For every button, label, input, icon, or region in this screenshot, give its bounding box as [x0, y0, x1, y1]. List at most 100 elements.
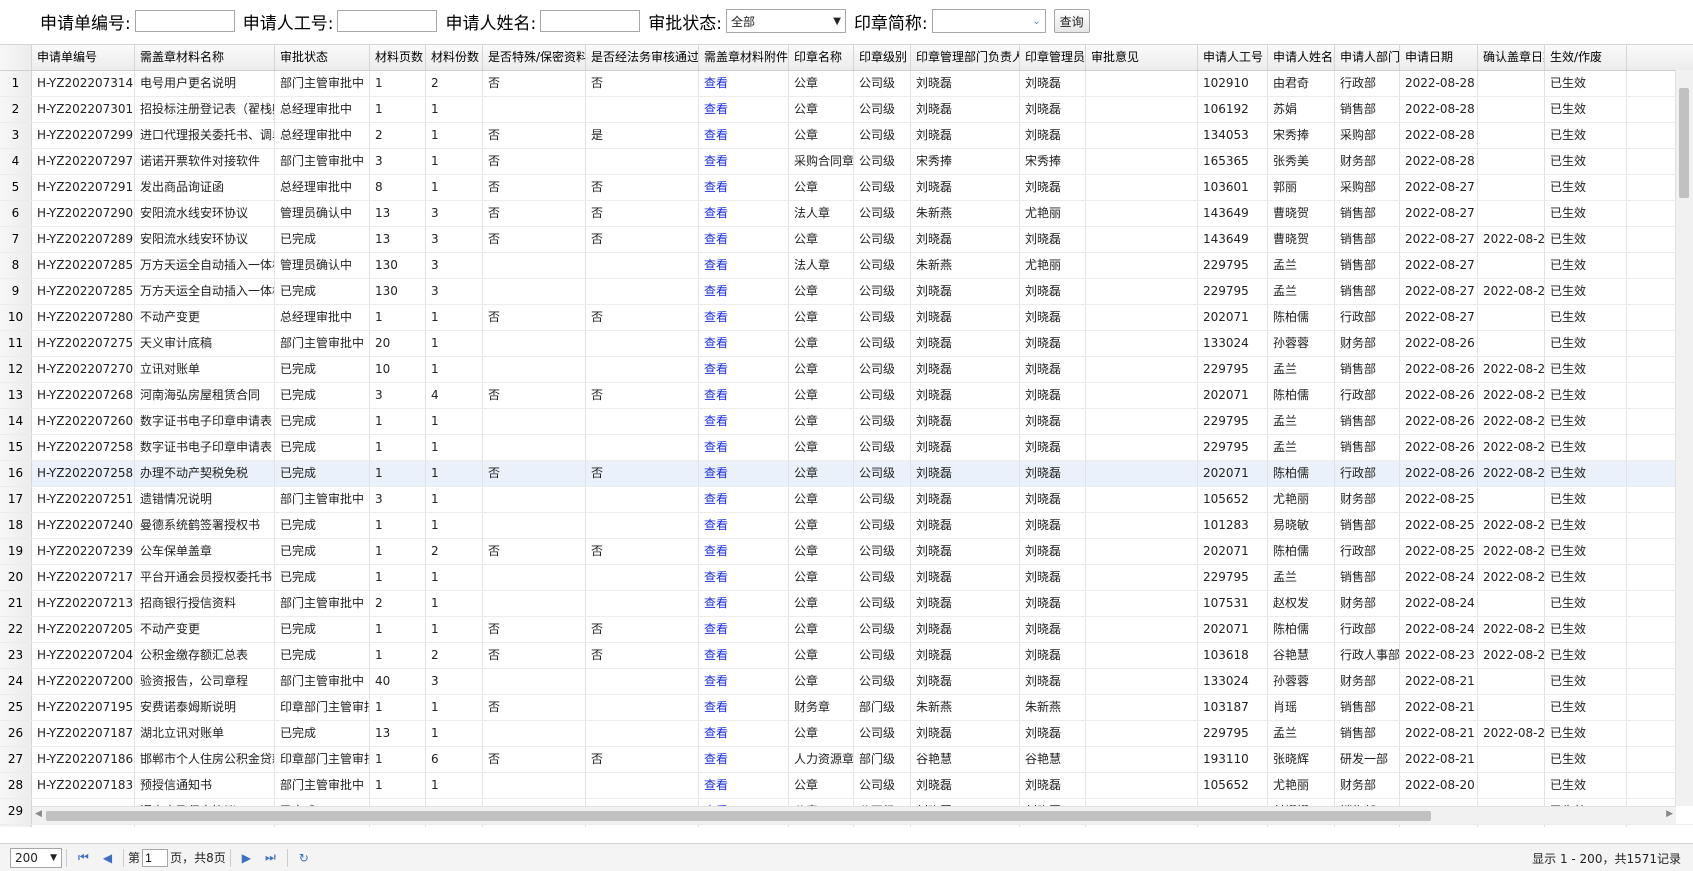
view-attachment-link[interactable]: 查看: [699, 357, 789, 382]
view-attachment-link[interactable]: 查看: [699, 305, 789, 330]
column-header[interactable]: 材料份数: [426, 45, 483, 70]
emp-name-input[interactable]: [540, 10, 641, 32]
column-header[interactable]: 申请单编号: [32, 45, 135, 70]
table-row[interactable]: 20 H-YZ2022072175 平台开通会员授权委托书 已完成 1 1 查看 公章 公司级刘…: [0, 565, 1693, 591]
column-header[interactable]: 申请人姓名: [1268, 45, 1335, 70]
table-row[interactable]: 5 H-YZ2022072917 发出商品询证函 总经理审批中 8 1 否否查看 公章 公司级刘…: [0, 175, 1693, 201]
column-header[interactable]: 是否经法务审核通过: [586, 45, 699, 70]
table-row[interactable]: 12 H-YZ2022072705 立讯对账单 已完成 10 1 查看 公章 公司级 刘晓磊 刘晓磊…: [0, 357, 1693, 383]
view-attachment-link[interactable]: 查看: [699, 513, 789, 538]
view-attachment-link[interactable]: 查看: [699, 617, 789, 642]
table-row[interactable]: 6 H-YZ2022072900 安阳流水线安环协议 管理员确认中 13 3 否否查看 法人章…: [0, 201, 1693, 227]
next-page-icon[interactable]: ▶: [242, 851, 251, 865]
vertical-scrollbar[interactable]: [1675, 70, 1693, 806]
column-header[interactable]: 是否特殊/保密资料: [483, 45, 586, 70]
column-header[interactable]: 申请人部门: [1335, 45, 1400, 70]
apply-no-input[interactable]: [134, 10, 235, 32]
table-row[interactable]: 19 H-YZ2022072397 公车保单盖章 已完成 1 2 否否查看 公章 公司级 刘晓磊刘…: [0, 539, 1693, 565]
table-row[interactable]: 10 H-YZ2022072800 不动产变更 总经理审批中 1 1 否否查看 公章 公司级 刘晓…: [0, 305, 1693, 331]
prev-page-icon[interactable]: ◀: [103, 851, 112, 865]
scroll-right-icon[interactable]: ▶: [1666, 809, 1673, 819]
table-row[interactable]: 16 H-YZ2022072580 办理不动产契税免税 已完成 1 1 否否查看 公章 公司级刘…: [0, 461, 1693, 487]
column-header[interactable]: 印章管理员: [1020, 45, 1086, 70]
query-button[interactable]: 查询: [1053, 9, 1090, 33]
refresh-icon[interactable]: ↻: [299, 851, 309, 865]
table-row[interactable]: 18 H-YZ2022072400 曼德系统鹤签署授权书 已完成 1 1 查看 公章 公司级 刘晓…: [0, 513, 1693, 539]
table-row[interactable]: 28 H-YZ2022071835 预授信通知书 部门主管审批中 1 1 查看 公章 公司级 刘晓…: [0, 773, 1693, 799]
view-attachment-link[interactable]: 查看: [699, 487, 789, 512]
column-header[interactable]: 申请人工号: [1198, 45, 1268, 70]
view-attachment-link[interactable]: 查看: [699, 331, 789, 356]
view-attachment-link[interactable]: 查看: [699, 279, 789, 304]
view-attachment-link[interactable]: 查看: [699, 435, 789, 460]
column-header[interactable]: 生效/作废: [1545, 45, 1627, 70]
view-attachment-link[interactable]: 查看: [699, 669, 789, 694]
table-row[interactable]: 13 H-YZ2022072689 河南海弘房屋租赁合同 已完成 3 4 否否查看 公章 公司级…: [0, 383, 1693, 409]
status-select[interactable]: 全部 ▼: [725, 9, 846, 33]
table-row[interactable]: 9 H-YZ2022072851 万方天运全自动插入一体机 已完成 130 3 查看 公章 公司…: [0, 279, 1693, 305]
view-attachment-link[interactable]: 查看: [699, 149, 789, 174]
view-attachment-link[interactable]: 查看: [699, 565, 789, 590]
table-row[interactable]: 22 H-YZ2022072059 不动产变更 已完成 1 1 否否查看 公章 公司级 刘晓磊 刘晓…: [0, 617, 1693, 643]
row-number: 13: [0, 383, 32, 408]
table-row[interactable]: 4 H-YZ2022072972 诺诺开票软件对接软件 部门主管审批中 3 1 否 查看 采购合…: [0, 149, 1693, 175]
view-attachment-link[interactable]: 查看: [699, 643, 789, 668]
view-attachment-link[interactable]: 查看: [699, 409, 789, 434]
first-page-icon[interactable]: ⏮: [78, 850, 89, 865]
table-cell: 刘晓磊: [1020, 435, 1086, 460]
table-row[interactable]: 25 H-YZ2022071950 安费诺泰姆斯说明 印章部门主管审批 1 1 否查看 财务章…: [0, 695, 1693, 721]
column-header[interactable]: 印章名称: [789, 45, 854, 70]
view-attachment-link[interactable]: 查看: [699, 461, 789, 486]
view-attachment-link[interactable]: 查看: [699, 695, 789, 720]
column-header[interactable]: 审批意见: [1086, 45, 1198, 70]
view-attachment-link[interactable]: 查看: [699, 825, 789, 827]
view-attachment-link[interactable]: 查看: [699, 175, 789, 200]
table-row[interactable]: 30H-YZ2022071755高层次人才奖补申请已完成333查看公章公司级刘晓…: [0, 825, 1693, 827]
column-header[interactable]: 需盖章材料附件: [699, 45, 789, 70]
table-row[interactable]: 8 H-YZ2022072852 万方天运全自动插入一体机 管理员确认中 130 3 查看法…: [0, 253, 1693, 279]
table-row[interactable]: 27 H-YZ2022071866 邯郸市个人住房公积金贷款 印章部门主管审批 1 6 否否…: [0, 747, 1693, 773]
column-header[interactable]: 印章级别: [854, 45, 911, 70]
vertical-scroll-thumb[interactable]: [1679, 88, 1689, 198]
view-attachment-link[interactable]: 查看: [699, 97, 789, 122]
horizontal-scroll-thumb[interactable]: [46, 811, 1431, 821]
page-size-select[interactable]: 200 ▼: [10, 847, 62, 868]
table-row[interactable]: 11 H-YZ2022072755 天义审计底稿 部门主管审批中 20 1 查看 公章 公司级刘…: [0, 331, 1693, 357]
view-attachment-link[interactable]: 查看: [699, 201, 789, 226]
view-attachment-link[interactable]: 查看: [699, 71, 789, 96]
table-row[interactable]: 7 H-YZ2022072899 安阳流水线安环协议 已完成 13 3 否否查看 公章 公司级刘…: [0, 227, 1693, 253]
last-page-icon[interactable]: ⏭: [265, 850, 276, 865]
view-attachment-link[interactable]: 查看: [699, 227, 789, 252]
column-header[interactable]: 申请日期: [1400, 45, 1478, 70]
horizontal-scrollbar[interactable]: ◀ ▶: [32, 806, 1676, 824]
table-row[interactable]: 2 H-YZ2022073013 招投标注册登记表（翟栈卿 总经理审批中 1 1 查看 公章公…: [0, 97, 1693, 123]
table-row[interactable]: 17 H-YZ2022072510 遗错情况说明 部门主管审批中 3 1 查看 公章 公司级 刘晓…: [0, 487, 1693, 513]
column-header[interactable]: 确认盖章日期: [1478, 45, 1545, 70]
emp-no-input[interactable]: [337, 10, 438, 32]
table-row[interactable]: 23 H-YZ2022072042 公积金缴存额汇总表 已完成 1 2 否否查看 公章 公司级刘…: [0, 643, 1693, 669]
column-header[interactable]: 材料页数: [370, 45, 426, 70]
table-row[interactable]: 14 H-YZ2022072600 数字证书电子印章申请表 已完成 1 1 查看 公章 公司级刘…: [0, 409, 1693, 435]
scroll-left-icon[interactable]: ◀: [35, 809, 42, 819]
view-attachment-link[interactable]: 查看: [699, 721, 789, 746]
table-row[interactable]: 3 H-YZ2022072998 进口代理报关委托书、调单 总经理审批中 2 1 否是查看公…: [0, 123, 1693, 149]
page-number-input[interactable]: [142, 848, 169, 867]
table-row[interactable]: 15 H-YZ2022072586 数字证书电子印章申请表 已完成 1 1 查看 公章 公司级刘…: [0, 435, 1693, 461]
view-attachment-link[interactable]: 查看: [699, 383, 789, 408]
view-attachment-link[interactable]: 查看: [699, 539, 789, 564]
table-row[interactable]: 24 H-YZ2022072002 验资报告，公司章程 部门主管审批中 40 3 查看 公章公…: [0, 669, 1693, 695]
table-row[interactable]: 1 H-YZ2022073148 电号用户更名说明 部门主管审批中 1 2 否否查看 公章 公司…: [0, 71, 1693, 97]
view-attachment-link[interactable]: 查看: [699, 747, 789, 772]
column-header[interactable]: 审批状态: [275, 45, 370, 70]
table-row[interactable]: 21 H-YZ2022072132 招商银行授信资料 部门主管审批中 2 1 查看 公章 公司级…: [0, 591, 1693, 617]
column-header[interactable]: 需盖章材料名称: [135, 45, 275, 70]
seal-select[interactable]: ⌄: [931, 9, 1046, 33]
view-attachment-link[interactable]: 查看: [699, 591, 789, 616]
table-cell: 已生效: [1545, 123, 1627, 148]
view-attachment-link[interactable]: 查看: [699, 123, 789, 148]
column-header[interactable]: 印章管理部门负责人: [911, 45, 1020, 70]
view-attachment-link[interactable]: 查看: [699, 773, 789, 798]
table-cell: 刘晓磊: [911, 435, 1020, 460]
view-attachment-link[interactable]: 查看: [699, 253, 789, 278]
table-row[interactable]: 26 H-YZ2022071879 湖北立讯对账单 已完成 13 1 查看 公章 公司级 刘晓磊刘…: [0, 721, 1693, 747]
